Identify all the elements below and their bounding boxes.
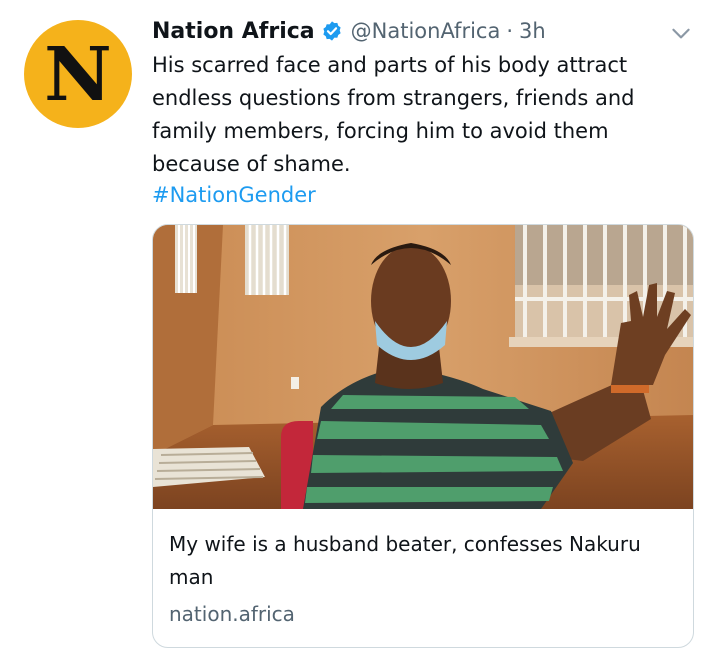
tweet-header: Nation Africa @NationAfrica · 3h [152,14,700,48]
display-name[interactable]: Nation Africa [152,19,315,44]
separator-dot: · [506,19,514,43]
avatar-logo-letter: N [44,32,112,118]
chevron-down-icon[interactable] [668,20,694,46]
tweet-text: His scarred face and parts of his body a… [152,53,635,176]
link-card-title[interactable]: My wife is a husband beater, confesses N… [169,528,679,594]
hashtag-link[interactable]: #NationGender [152,181,316,209]
link-card-domain[interactable]: nation.africa [169,599,295,629]
article-photo[interactable] [153,225,694,509]
user-handle[interactable]: @NationAfrica [351,19,501,43]
verified-badge-icon [323,21,341,41]
timestamp[interactable]: 3h [519,19,546,43]
link-card[interactable]: My wife is a husband beater, confesses N… [152,224,694,648]
avatar[interactable]: N [24,20,132,128]
